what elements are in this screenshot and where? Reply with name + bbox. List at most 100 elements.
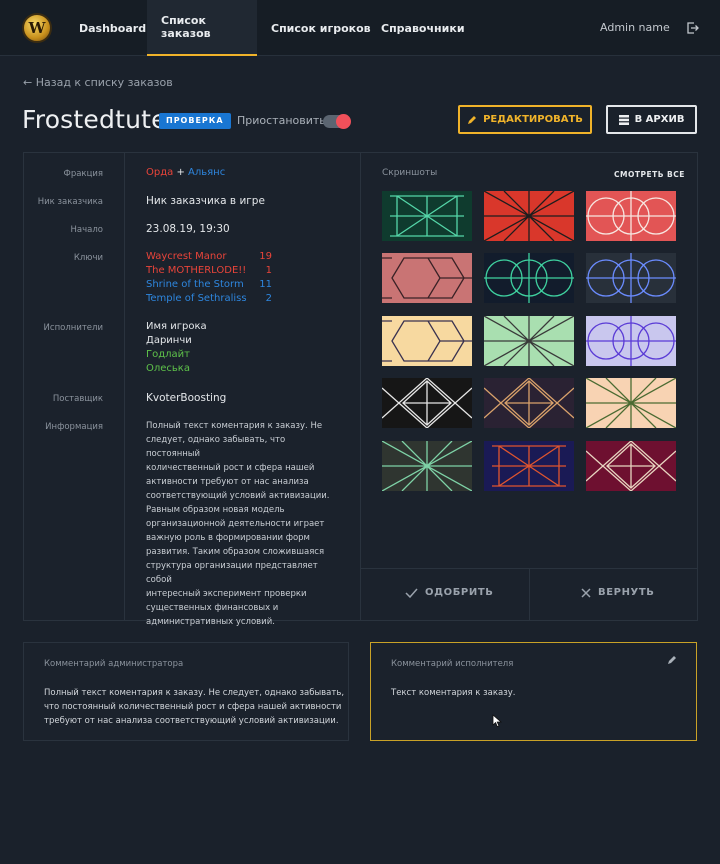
performer-comment-card[interactable]: Комментарий исполнителя Текст коментария… [370,642,697,741]
thumbnail-pattern [484,316,574,366]
nav-dashboard[interactable]: Dashboard [65,0,160,56]
info-label: Информация [45,422,103,432]
screenshot-thumbnail[interactable] [484,441,574,491]
admin-name[interactable]: Admin name [600,21,670,34]
text-line: административных условий. [146,617,275,627]
faction-value: Орда + Альянс [146,167,225,178]
key-level: 19 [259,251,272,262]
thumbnail-pattern [586,253,676,303]
key-name: The MOTHERLODE!! [146,265,247,276]
screenshot-thumbnail[interactable] [382,378,472,428]
thumbnail-pattern [586,191,676,241]
thumbnail-pattern [382,441,472,491]
keys-label: Ключи [73,253,103,263]
faction-horde: Орда [146,167,174,178]
approve-button-label: ОДОБРИТЬ [425,587,494,598]
page-title: Frostedtute [22,105,167,134]
nav-orders-list[interactable]: Список заказов [147,0,257,56]
back-to-orders-link[interactable]: ← Назад к списку заказов [23,76,173,89]
logout-icon[interactable] [687,22,699,34]
thumbnail-pattern [390,195,464,237]
screenshot-thumbnail[interactable] [484,316,574,366]
archive-button[interactable]: В АРХИВ [606,105,697,134]
screenshot-thumbnail[interactable] [382,191,472,241]
view-all-link[interactable]: СМОТРЕТЬ ВСЕ [614,170,685,179]
edit-comment-pencil-icon[interactable] [667,655,677,668]
screenshot-thumbnail[interactable] [484,191,574,241]
key-level: 2 [265,293,272,304]
thumbnail-pattern [382,378,472,428]
nav-players-list[interactable]: Список игроков [257,0,385,56]
text-line: важную роль в формировании форм [146,533,310,543]
return-button[interactable]: ВЕРНУТЬ [581,587,655,598]
screenshots-title: Скриншоты [382,168,438,178]
performer-comment-title: Комментарий исполнителя [391,659,514,669]
thumbnail-pattern [484,191,574,241]
customer-nick-label: Ник заказчика [37,197,103,207]
nav-references[interactable]: Справочники [367,0,479,56]
divider [360,152,361,621]
performers-label: Исполнители [43,323,103,333]
admin-comment-card: Комментарий администратора Полный текст … [23,642,349,741]
faction-label: Фракция [63,169,103,179]
thumbnail-pattern [586,441,676,491]
screenshot-thumbnail[interactable] [586,441,676,491]
faction-alliance: Альянс [188,167,226,178]
text-line: Полный текст коментария к заказу. Не сле… [44,688,345,698]
screenshot-thumbnail[interactable] [382,253,472,303]
text-line: следует, однако забывать, что постоянный [146,435,286,459]
key-name: Waycrest Manor [146,251,227,262]
archive-button-label: В АРХИВ [634,114,685,125]
text-line: количественный рост и сфера нашей [146,463,315,473]
screenshot-thumbnail[interactable] [586,378,676,428]
text-line: организационной деятельности играет [146,519,325,529]
performer-name: Годлайт [146,349,190,360]
text-line: соответствующий условий активизации. [146,491,330,501]
text-line: Равным образом новая модель [146,505,285,515]
divider [529,569,530,621]
supplier-label: Поставщик [52,394,103,404]
key-name: Temple of Sethraliss [146,293,247,304]
screenshot-thumbnail[interactable] [484,253,574,303]
screenshot-thumbnail[interactable] [382,441,472,491]
thumbnail-pattern [484,253,574,303]
thumbnail-pattern [586,316,676,366]
start-value: 23.08.19, 19:30 [146,223,230,235]
pause-toggle[interactable] [323,114,351,129]
screenshot-thumbnail[interactable] [586,191,676,241]
divider [124,152,125,621]
status-badge: ПРОВЕРКА [159,113,231,129]
thumbnail-pattern [586,378,676,428]
admin-comment-title: Комментарий администратора [44,659,184,669]
text-line: Полный текст коментария к заказу. Не [146,421,323,431]
text-line: развития. Таким образом сложившаяся [146,547,325,557]
close-icon [581,587,591,598]
edit-button-label: РЕДАКТИРОВАТЬ [483,114,583,125]
thumbnail-pattern [484,378,574,428]
screenshot-thumbnail[interactable] [484,378,574,428]
game-logo-icon[interactable]: W [22,13,52,43]
customer-nick-value: Ник заказчика в игре [146,195,265,207]
performer-name: Олеська [146,363,190,374]
archive-icon [618,114,629,125]
screenshot-thumbnail[interactable] [382,316,472,366]
performer-comment-text: Текст коментария к заказу. [391,688,516,698]
text-line: интересный эксперимент проверки [146,589,307,599]
thumbnail-pattern [492,445,566,487]
text-line: структура организации представляет собой [146,561,318,585]
performer-name: Имя игрока [146,321,207,332]
pencil-icon [468,115,477,124]
edit-button[interactable]: РЕДАКТИРОВАТЬ [458,105,592,134]
key-level: 11 [259,279,272,290]
faction-plus: + [176,167,185,178]
approve-button[interactable]: ОДОБРИТЬ [405,587,493,598]
pause-label: Приостановить [237,114,326,127]
text-line: активности требуют от нас анализа [146,477,309,487]
thumbnail-pattern [382,257,472,299]
text-line: существенных финансовых и [146,603,279,613]
return-button-label: ВЕРНУТЬ [598,587,655,598]
screenshot-thumbnail[interactable] [586,253,676,303]
start-label: Начало [70,225,103,235]
screenshot-thumbnail[interactable] [586,316,676,366]
performer-name: Даринчи [146,335,192,346]
